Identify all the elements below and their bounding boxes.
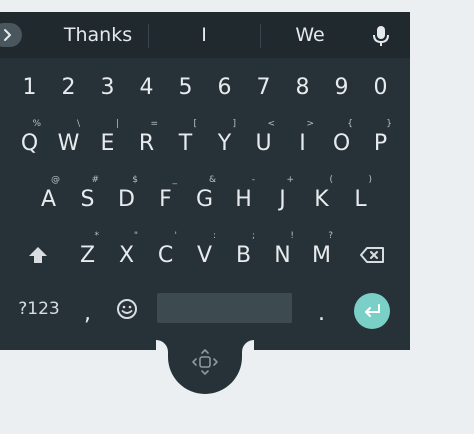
key-hint: ] [232, 119, 236, 129]
key-0[interactable]: 0 [361, 60, 400, 114]
key-hint: * [94, 231, 100, 241]
key-hint: [ [193, 119, 197, 129]
key-t[interactable]: [T [166, 116, 205, 170]
key-6[interactable]: 6 [205, 60, 244, 114]
key-c[interactable]: ' C [146, 228, 185, 282]
key-hint: + [286, 175, 294, 185]
key-hint: # [91, 175, 99, 185]
key-hint: | [115, 119, 119, 129]
symbols-key[interactable]: ?123 [10, 282, 68, 336]
key-hint: @ [51, 175, 60, 185]
key-4[interactable]: 4 [127, 60, 166, 114]
key-3[interactable]: 3 [88, 60, 127, 114]
key-h[interactable]: -H [224, 172, 263, 226]
key-hint: : [212, 231, 216, 241]
enter-key[interactable] [354, 293, 390, 329]
voice-input-button[interactable] [370, 24, 392, 48]
key-1[interactable]: 1 [10, 60, 49, 114]
key-hint: % [32, 119, 41, 129]
key-hint: & [208, 175, 216, 185]
key-o[interactable]: {O [322, 116, 361, 170]
key-hint: { [347, 119, 353, 129]
key-hint: ? [328, 231, 333, 241]
keyboard: Thanks I We 1 2 3 4 5 6 7 8 9 0 % Q \ W | E… [0, 12, 410, 350]
key-2[interactable]: 2 [49, 60, 88, 114]
key-w[interactable]: \ W [49, 116, 88, 170]
key-hint: " [133, 231, 138, 241]
microphone-icon [373, 26, 389, 46]
suggestion-3[interactable]: We [262, 12, 358, 58]
suggestion-1[interactable]: Thanks [50, 12, 146, 58]
suggestion-strip: Thanks I We [0, 12, 410, 58]
suggestion-divider [148, 24, 149, 48]
shift-key[interactable] [18, 228, 57, 282]
backspace-icon [359, 247, 384, 263]
key-k[interactable]: (K [302, 172, 341, 226]
key-f[interactable]: _ F [146, 172, 185, 226]
key-9[interactable]: 9 [322, 60, 361, 114]
key-n[interactable]: ! N [263, 228, 302, 282]
key-hint: > [306, 119, 314, 129]
key-hint: \ [76, 119, 80, 129]
key-hint: = [150, 119, 158, 129]
key-d[interactable]: $ D [107, 172, 146, 226]
key-m[interactable]: ? M [302, 228, 341, 282]
key-7[interactable]: 7 [244, 60, 283, 114]
key-hint: _ [172, 175, 178, 185]
key-8[interactable]: 8 [283, 60, 322, 114]
key-r[interactable]: = R [127, 116, 166, 170]
emoji-icon [116, 299, 137, 319]
key-hint: } [386, 119, 392, 129]
tab-shoulder [156, 340, 168, 352]
key-y[interactable]: ] Y [205, 116, 244, 170]
key-hint: ( [329, 175, 333, 185]
key-q[interactable]: % Q [10, 116, 49, 170]
key-j[interactable]: + J [263, 172, 302, 226]
key-x[interactable]: " X [107, 228, 146, 282]
shift-icon [28, 247, 47, 263]
key-hint: ; [251, 231, 255, 241]
key-hint: $ [132, 175, 138, 185]
key-u[interactable]: < U [244, 116, 283, 170]
emoji-key[interactable] [107, 282, 146, 336]
period-key[interactable]: . [302, 286, 341, 340]
key-v[interactable]: :V [185, 228, 224, 282]
key-i[interactable]: > I [283, 116, 322, 170]
key-l[interactable]: ) L [341, 172, 380, 226]
key-hint: ! [290, 231, 294, 241]
tab-shoulder [242, 340, 254, 352]
key-hint: ) [368, 175, 372, 185]
backspace-key[interactable] [352, 228, 391, 282]
chevron-right-icon [4, 29, 11, 41]
key-e[interactable]: | E [88, 116, 127, 170]
comma-key[interactable]: , [68, 286, 107, 340]
suggestion-2[interactable]: I [150, 12, 258, 58]
key-g[interactable]: & G [185, 172, 224, 226]
key-hint: - [251, 175, 255, 185]
spacebar[interactable] [157, 293, 292, 323]
key-z[interactable]: * Z [68, 228, 107, 282]
key-a[interactable]: @ A [29, 172, 68, 226]
key-p[interactable]: } P [361, 116, 400, 170]
expand-suggestions-button[interactable] [0, 23, 22, 47]
key-hint: < [267, 119, 275, 129]
key-s[interactable]: # S [68, 172, 107, 226]
move-handle-icon[interactable] [191, 348, 219, 376]
enter-icon [365, 304, 380, 317]
key-hint: ' [174, 231, 177, 241]
key-b[interactable]: ; B [224, 228, 263, 282]
suggestion-divider [260, 24, 261, 48]
key-5[interactable]: 5 [166, 60, 205, 114]
